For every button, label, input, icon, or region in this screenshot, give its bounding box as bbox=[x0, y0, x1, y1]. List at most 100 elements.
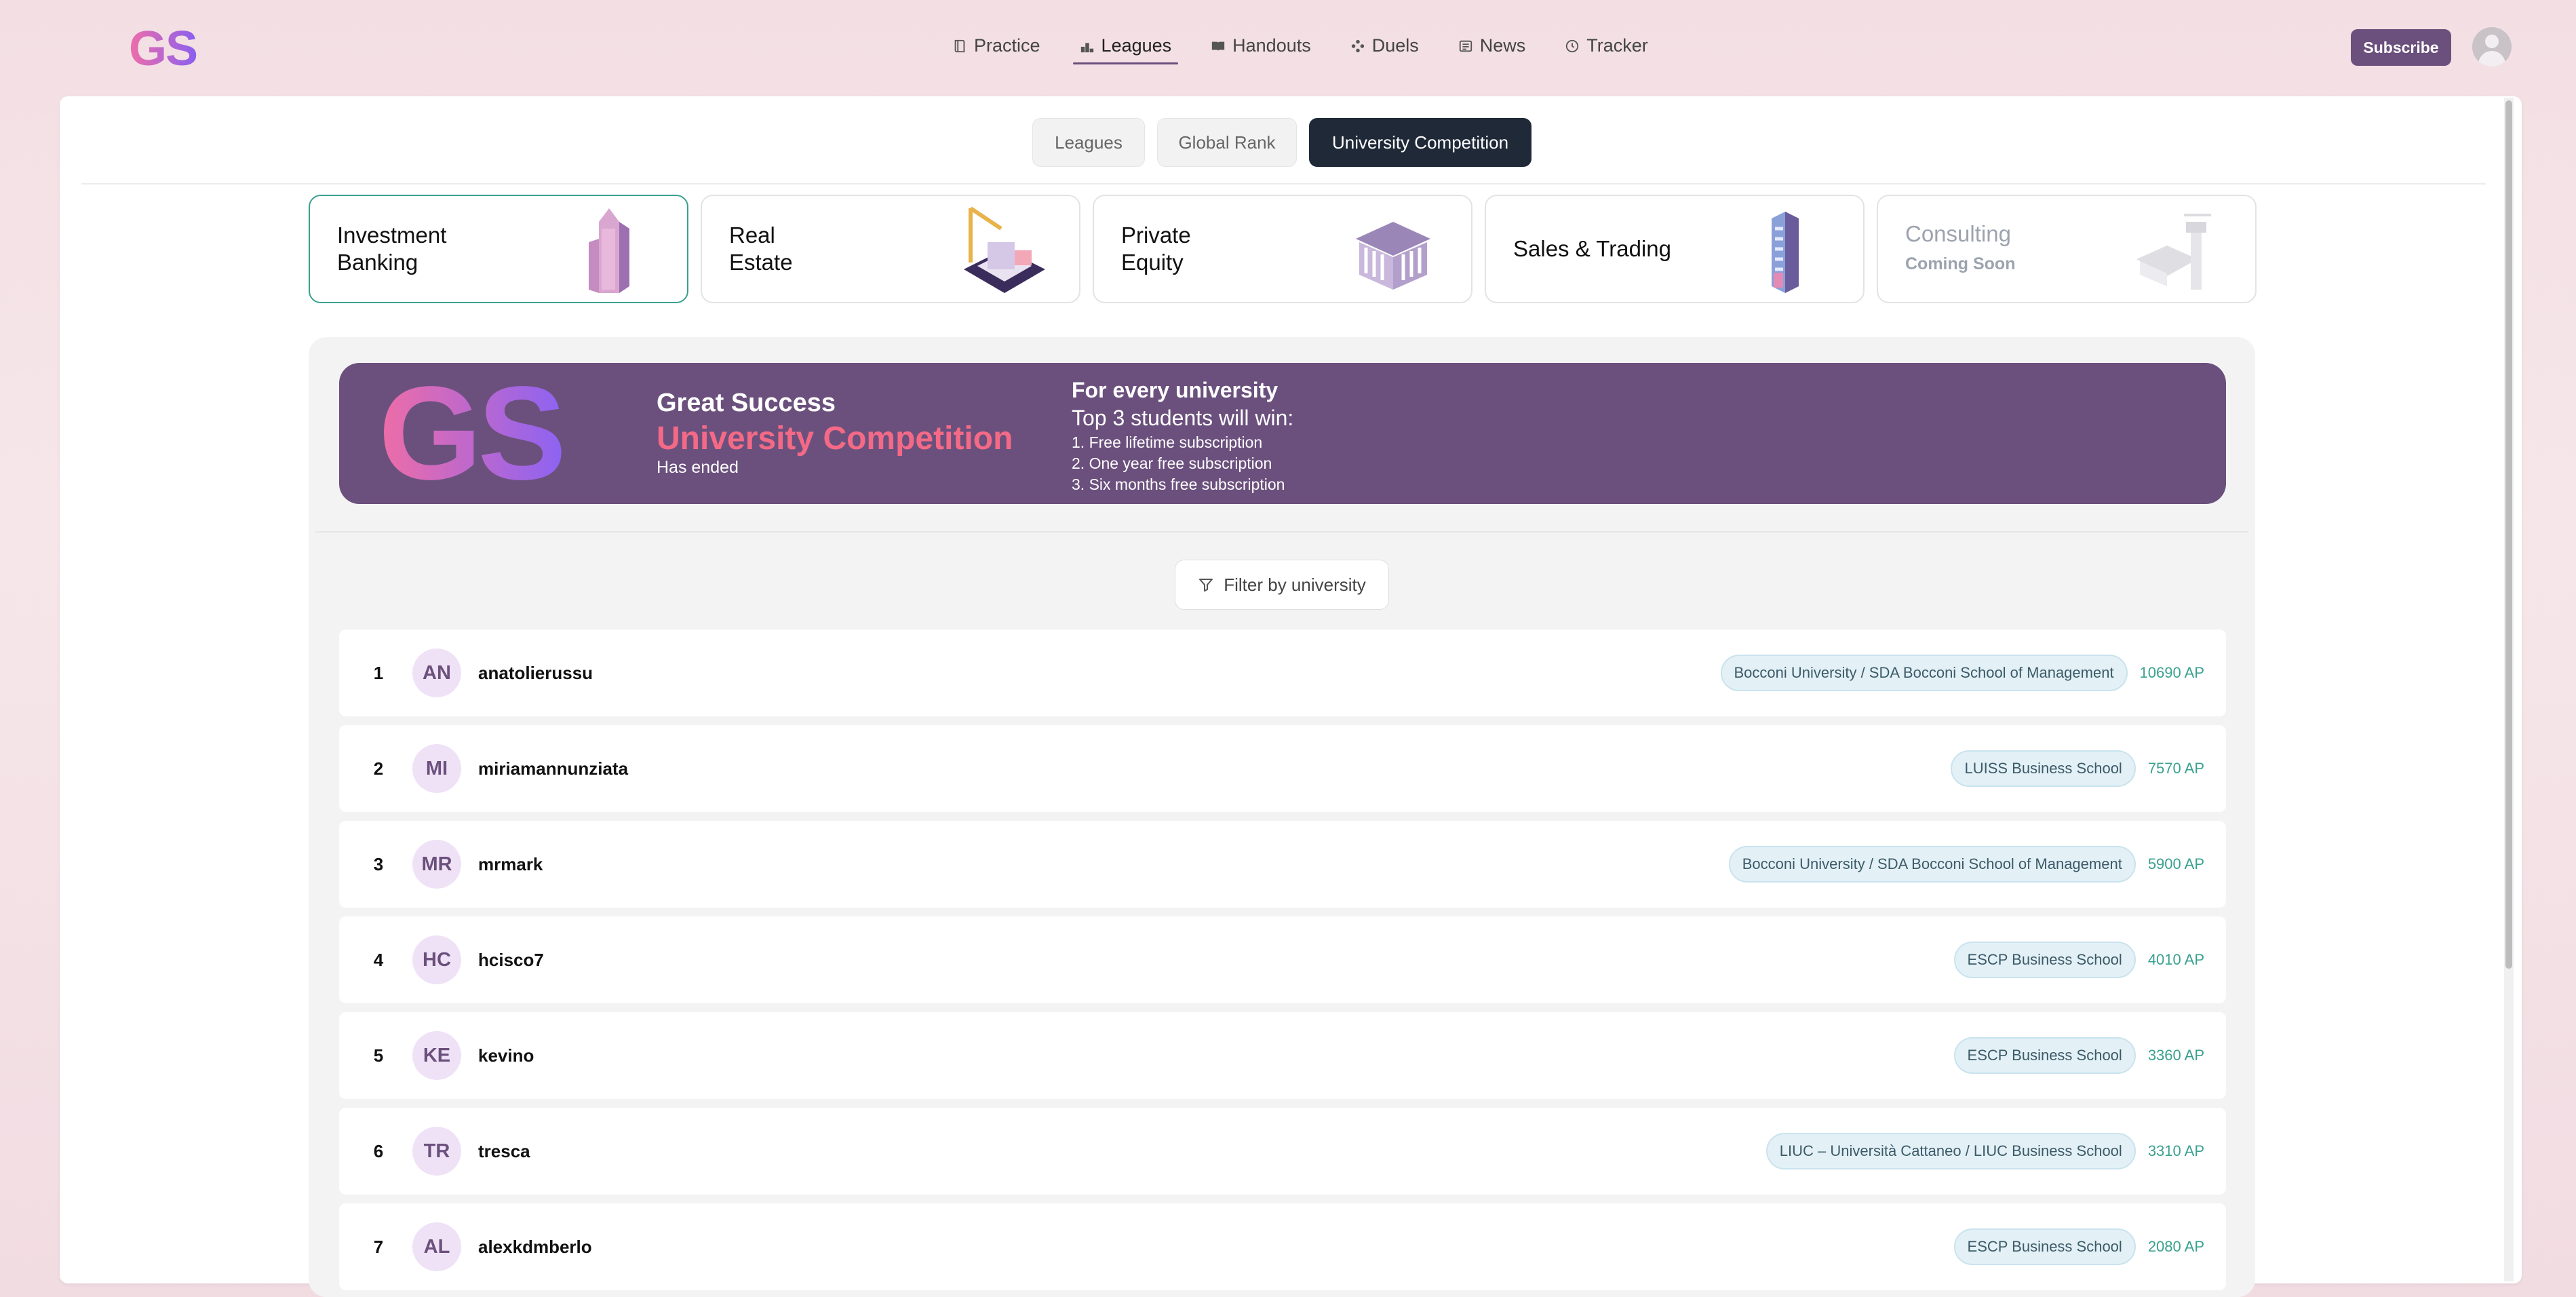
university-badge: ESCP Business School bbox=[1953, 1228, 2136, 1265]
row-meta: Bocconi University / SDA Bocconi School … bbox=[1728, 821, 2204, 908]
username[interactable]: anatolierussu bbox=[478, 630, 593, 716]
swords-icon bbox=[1351, 39, 1364, 52]
user-initials-avatar: MI bbox=[412, 744, 461, 793]
user-initials-avatar: HC bbox=[412, 935, 461, 984]
rank-number: 7 bbox=[373, 1236, 384, 1257]
category-line1: Investment bbox=[337, 222, 447, 248]
row-meta: ESCP Business School 4010 AP bbox=[1953, 916, 2204, 1003]
nav-label: Leagues bbox=[1101, 35, 1172, 56]
row-meta: LUISS Business School 7570 AP bbox=[1951, 725, 2204, 812]
nav-handouts[interactable]: Handouts bbox=[1201, 31, 1321, 66]
page-scrollbar[interactable] bbox=[2504, 98, 2514, 1281]
leaderboard-row[interactable]: 2 MI miriamannunziata LUISS Business Sch… bbox=[339, 725, 2226, 812]
category-line1: Private bbox=[1121, 222, 1191, 248]
banner-competition-name: University Competition bbox=[657, 421, 1013, 457]
points-value: 3360 AP bbox=[2147, 1047, 2204, 1064]
rank-number: 6 bbox=[373, 1140, 384, 1161]
banner-status: Has ended bbox=[657, 458, 739, 477]
banner-title: Great Success bbox=[657, 389, 836, 417]
nav-label: Tracker bbox=[1586, 35, 1648, 56]
university-badge: LUISS Business School bbox=[1951, 750, 2136, 787]
nav-duels[interactable]: Duels bbox=[1341, 31, 1428, 66]
category-line2: Equity bbox=[1121, 250, 1184, 275]
league-tabs: Leagues Global Rank University Competiti… bbox=[1032, 118, 1531, 167]
newspaper-icon bbox=[1459, 40, 1472, 52]
university-badge: Bocconi University / SDA Bocconi School … bbox=[1720, 655, 2128, 691]
university-badge: ESCP Business School bbox=[1953, 942, 2136, 978]
rank-number: 4 bbox=[373, 949, 384, 970]
rank-number: 3 bbox=[373, 853, 384, 874]
category-line2: Estate bbox=[729, 250, 793, 275]
nav-practice[interactable]: Practice bbox=[943, 31, 1050, 66]
leaderboard-row[interactable]: 5 KE kevino ESCP Business School 3360 AP bbox=[339, 1012, 2226, 1099]
tab-leagues[interactable]: Leagues bbox=[1032, 118, 1145, 167]
category-label: Investment Banking bbox=[337, 196, 446, 302]
category-consulting: Consulting Coming Soon bbox=[1877, 195, 2257, 303]
username[interactable]: tresca bbox=[478, 1108, 530, 1195]
category-label: Real Estate bbox=[729, 196, 793, 302]
username[interactable]: alexkdmberlo bbox=[478, 1203, 592, 1290]
points-value: 4010 AP bbox=[2147, 951, 2204, 968]
category-investment-banking[interactable]: Investment Banking bbox=[309, 195, 688, 303]
row-meta: LIUC – Università Cattaneo / LIUC Busine… bbox=[1765, 1108, 2204, 1195]
nav-tracker[interactable]: Tracker bbox=[1555, 31, 1658, 66]
tabs-divider bbox=[81, 183, 2486, 185]
category-line2: Banking bbox=[337, 250, 418, 275]
nav-label: Handouts bbox=[1232, 35, 1311, 56]
category-selector: Investment Banking Real Estate Private E… bbox=[309, 195, 2257, 303]
category-sales-trading[interactable]: Sales & Trading bbox=[1485, 195, 1865, 303]
rank-number: 2 bbox=[373, 758, 384, 779]
gs-logo[interactable]: GS bbox=[129, 24, 198, 73]
category-private-equity[interactable]: Private Equity bbox=[1093, 195, 1472, 303]
filter-label: Filter by university bbox=[1224, 574, 1366, 595]
leaderboard-list: 1 AN anatolierussu Bocconi University / … bbox=[339, 630, 2226, 1297]
banner-divider bbox=[315, 531, 2248, 533]
user-initials-avatar: AN bbox=[412, 648, 461, 697]
university-badge: Bocconi University / SDA Bocconi School … bbox=[1728, 846, 2136, 883]
user-avatar-icon[interactable] bbox=[2472, 27, 2512, 66]
username[interactable]: mrmark bbox=[478, 821, 543, 908]
points-value: 2080 AP bbox=[2147, 1238, 2204, 1255]
points-value: 7570 AP bbox=[2147, 760, 2204, 777]
prize-item: 2. One year free subscription bbox=[1072, 454, 1272, 472]
leaderboard-row[interactable]: 4 HC hcisco7 ESCP Business School 4010 A… bbox=[339, 916, 2226, 1003]
main-nav: Practice Leagues Handouts Duels News Tra… bbox=[943, 31, 1678, 66]
rank-number: 5 bbox=[373, 1045, 384, 1066]
leaderboard-row[interactable]: 1 AN anatolierussu Bocconi University / … bbox=[339, 630, 2226, 716]
row-meta: Bocconi University / SDA Bocconi School … bbox=[1720, 630, 2204, 716]
username[interactable]: hcisco7 bbox=[478, 916, 544, 1003]
user-initials-avatar: MR bbox=[412, 840, 461, 889]
construction-building-icon bbox=[964, 206, 1045, 293]
university-badge: ESCP Business School bbox=[1953, 1037, 2136, 1074]
nav-leagues[interactable]: Leagues bbox=[1070, 31, 1182, 66]
bank-building-icon bbox=[1356, 222, 1430, 290]
podium-icon bbox=[1080, 42, 1093, 52]
coming-soon-label: Coming Soon bbox=[1905, 254, 2016, 273]
competition-banner: GS Great Success University Competition … bbox=[339, 363, 2226, 504]
prize-heading: For every university bbox=[1072, 378, 1279, 402]
username[interactable]: kevino bbox=[478, 1012, 534, 1099]
leaderboard-row[interactable]: 3 MR mrmark Bocconi University / SDA Boc… bbox=[339, 821, 2226, 908]
category-label: Sales & Trading bbox=[1513, 196, 1671, 302]
tab-global-rank[interactable]: Global Rank bbox=[1157, 118, 1297, 167]
tab-university-competition[interactable]: University Competition bbox=[1309, 118, 1531, 167]
category-label: Private Equity bbox=[1121, 196, 1191, 302]
row-meta: ESCP Business School 3360 AP bbox=[1953, 1012, 2204, 1099]
nav-news[interactable]: News bbox=[1449, 31, 1536, 66]
scrollbar-thumb[interactable] bbox=[2505, 100, 2512, 969]
category-line1: Sales & Trading bbox=[1513, 236, 1671, 261]
skyscraper-icon bbox=[589, 208, 629, 293]
leaderboard-row[interactable]: 6 TR tresca LIUC – Università Cattaneo /… bbox=[339, 1108, 2226, 1195]
filter-icon bbox=[1199, 579, 1213, 592]
subscribe-button[interactable]: Subscribe bbox=[2351, 29, 2451, 66]
office-tower-icon bbox=[1772, 212, 1799, 293]
filter-by-university-button[interactable]: Filter by university bbox=[1175, 560, 1389, 610]
category-real-estate[interactable]: Real Estate bbox=[701, 195, 1080, 303]
nav-label: Duels bbox=[1371, 35, 1419, 56]
banner-prize-info: For every university Top 3 students will… bbox=[1072, 376, 1293, 495]
category-line1: Real bbox=[729, 222, 775, 248]
user-initials-avatar: TR bbox=[412, 1127, 461, 1176]
username[interactable]: miriamannunziata bbox=[478, 725, 628, 812]
row-meta: ESCP Business School 2080 AP bbox=[1953, 1203, 2204, 1290]
leaderboard-row[interactable]: 7 AL alexkdmberlo ESCP Business School 2… bbox=[339, 1203, 2226, 1290]
